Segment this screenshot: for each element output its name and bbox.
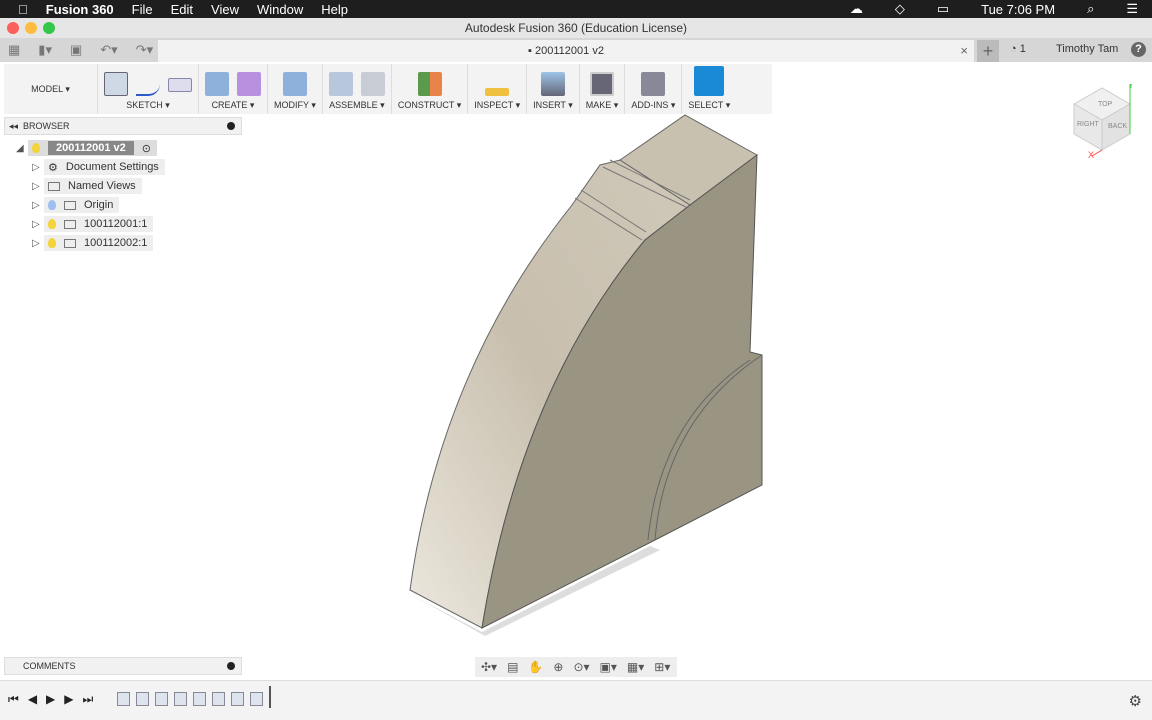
display-settings-icon[interactable]: ▣▾ (600, 660, 617, 674)
fit-icon[interactable]: ⊙▾ (573, 660, 589, 674)
viewcube-back: BACK (1108, 123, 1127, 130)
timeline-feature[interactable] (155, 692, 168, 706)
timeline-feature[interactable] (231, 692, 244, 706)
timeline-feature[interactable] (136, 692, 149, 706)
next-icon[interactable]: ▶ (64, 692, 73, 707)
viewports-icon[interactable]: ⊞▾ (654, 660, 670, 674)
first-icon[interactable]: ⏮ (8, 692, 19, 707)
timeline-feature[interactable] (117, 692, 130, 706)
orbit-icon[interactable]: ✣▾ (481, 660, 497, 674)
model-viewport[interactable] (0, 0, 1152, 720)
comments-header[interactable]: COMMENTS (4, 657, 242, 675)
timeline-marker[interactable] (269, 686, 271, 708)
grid-icon[interactable]: ▦▾ (627, 660, 644, 674)
timeline: ⏮ ◀ ▶ ▶ ⏭ ⚙ (0, 680, 1152, 720)
last-icon[interactable]: ⏭ (83, 692, 94, 707)
play-icon[interactable]: ▶ (46, 692, 55, 707)
timeline-feature[interactable] (193, 692, 206, 706)
previous-icon[interactable]: ◀ (28, 692, 37, 707)
comments-title: COMMENTS (23, 661, 76, 671)
viewcube-right: RIGHT (1077, 121, 1100, 128)
timeline-feature[interactable] (174, 692, 187, 706)
viewcube-top: TOP (1098, 101, 1113, 108)
settings-gear-icon[interactable]: ⚙ (1129, 692, 1142, 710)
zoom-icon[interactable]: ⊕ (553, 660, 563, 674)
axis-y: Y (1128, 84, 1134, 90)
axis-x: X (1088, 150, 1094, 160)
add-comment-icon[interactable] (227, 662, 235, 670)
pan-icon[interactable]: ✋ (528, 660, 543, 674)
view-cube[interactable]: TOP RIGHT BACK X Y (1072, 80, 1134, 160)
look-at-icon[interactable]: ▤ (507, 660, 518, 674)
navigation-bar: ✣▾ ▤ ✋ ⊕ ⊙▾ ▣▾ ▦▾ ⊞▾ (475, 657, 677, 677)
timeline-feature[interactable] (212, 692, 225, 706)
timeline-feature[interactable] (250, 692, 263, 706)
